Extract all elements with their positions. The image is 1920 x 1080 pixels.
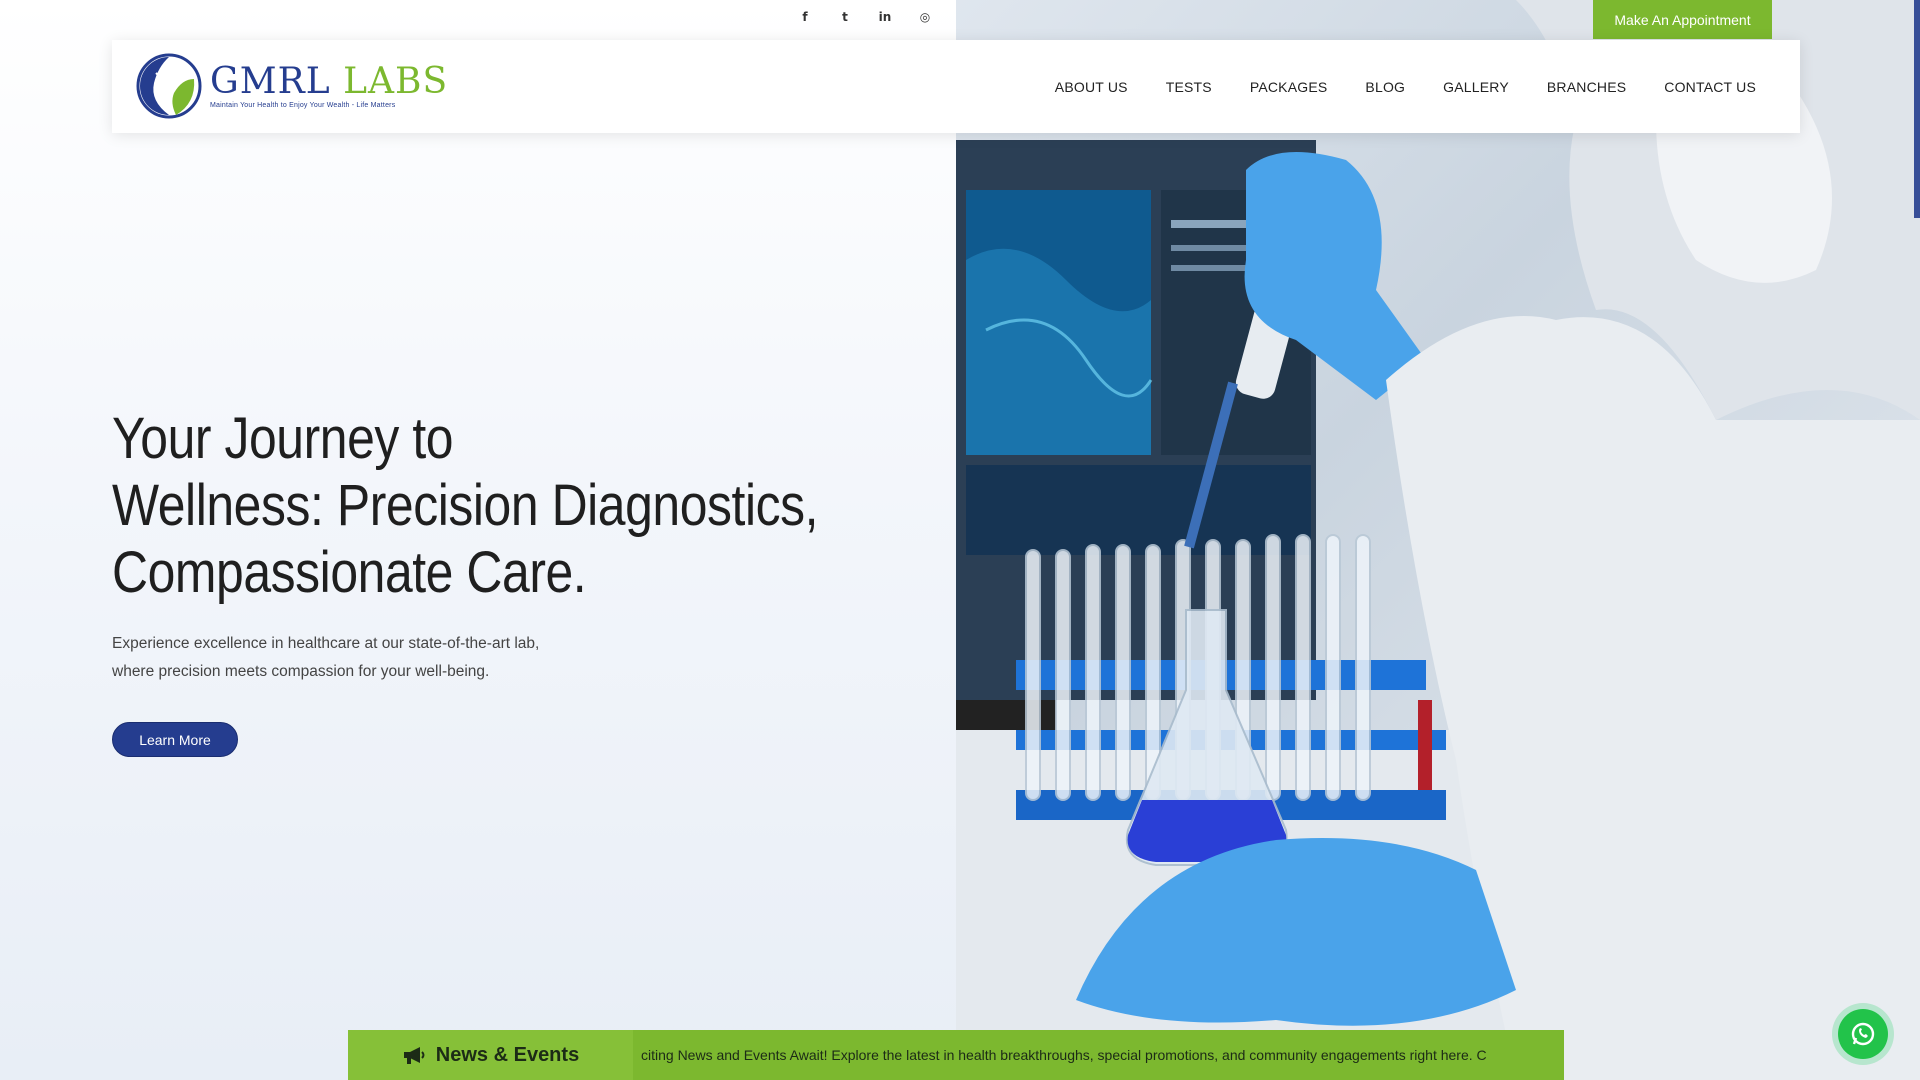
logo[interactable]: GMRL LABS Maintain Your Health to Enjoy …	[136, 53, 448, 119]
brand-second: LABS	[343, 61, 449, 102]
news-ticker-text[interactable]: citing News and Events Await! Explore th…	[633, 1030, 1564, 1080]
whatsapp-button[interactable]	[1832, 1003, 1894, 1065]
nav-contact-us[interactable]: CONTACT US	[1664, 79, 1756, 95]
megaphone-icon	[403, 1047, 425, 1064]
make-appointment-button[interactable]: Make An Appointment	[1593, 0, 1772, 39]
facebook-icon[interactable]: f	[796, 8, 814, 26]
logo-mark-icon	[136, 53, 202, 119]
hero-description-line-2: where precision meets compassion for you…	[112, 663, 490, 680]
site-header: GMRL LABS Maintain Your Health to Enjoy …	[112, 40, 1800, 133]
hero-title-line-2: Wellness: Precision Diagnostics,	[112, 473, 819, 538]
twitter-icon[interactable]: t	[836, 8, 854, 26]
learn-more-button[interactable]: Learn More	[112, 722, 238, 757]
social-links: f t in ◎	[796, 8, 934, 26]
nav-gallery[interactable]: GALLERY	[1443, 79, 1509, 95]
scrollbar[interactable]	[1914, 0, 1920, 218]
hero-description: Experience excellence in healthcare at o…	[112, 630, 632, 686]
main-nav: ABOUT US TESTS PACKAGES BLOG GALLERY BRA…	[1055, 40, 1756, 133]
nav-blog[interactable]: BLOG	[1365, 79, 1405, 95]
nav-tests[interactable]: TESTS	[1166, 79, 1212, 95]
nav-packages[interactable]: PACKAGES	[1250, 79, 1328, 95]
hero-lab-image	[956, 0, 1920, 1080]
hero-title: Your Journey to Wellness: Precision Diag…	[112, 405, 819, 606]
news-events-text: News & Events	[435, 1043, 580, 1066]
instagram-icon[interactable]: ◎	[916, 8, 934, 26]
news-ticker: News & Events citing News and Events Awa…	[348, 1030, 1564, 1080]
hero-title-line-1: Your Journey to	[112, 406, 454, 471]
brand-tagline: Maintain Your Health to Enjoy Your Wealt…	[210, 102, 396, 109]
hero-description-line-1: Experience excellence in healthcare at o…	[112, 635, 540, 652]
hero-title-line-3: Compassionate Care.	[112, 540, 587, 605]
whatsapp-icon	[1838, 1009, 1888, 1059]
linkedin-icon[interactable]: in	[876, 8, 894, 26]
nav-branches[interactable]: BRANCHES	[1547, 79, 1626, 95]
brand-first: GMRL	[210, 61, 331, 102]
nav-about-us[interactable]: ABOUT US	[1055, 79, 1128, 95]
brand-name: GMRL LABS	[210, 63, 448, 101]
news-events-label[interactable]: News & Events	[348, 1030, 633, 1080]
